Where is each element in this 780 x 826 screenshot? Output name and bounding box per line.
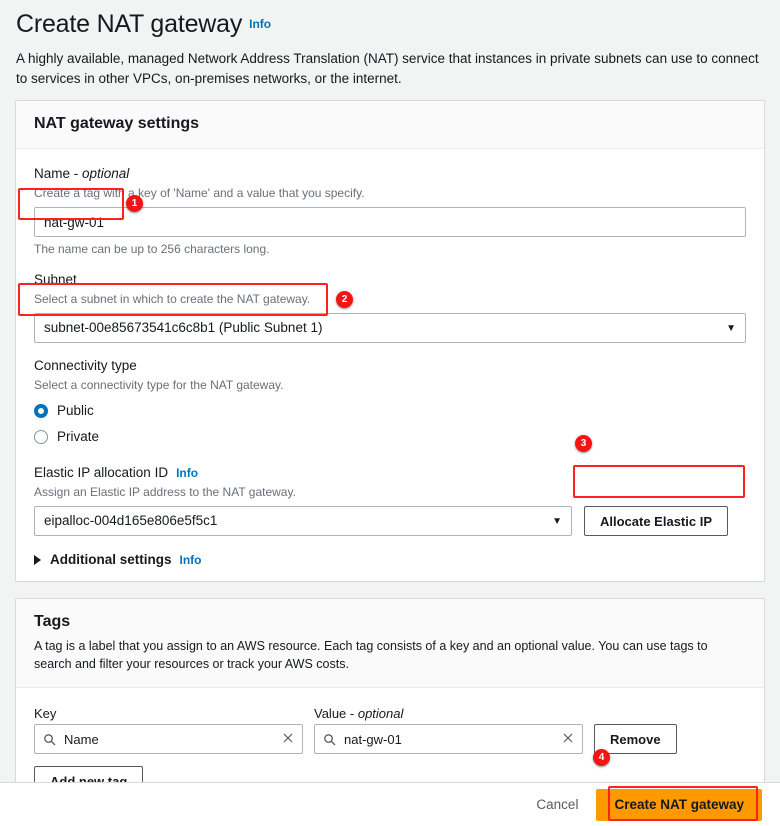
- subnet-field-description: Select a subnet in which to create the N…: [34, 292, 311, 306]
- radio-private-label: Private: [57, 429, 100, 444]
- subnet-select-value: subnet-00e85673541c6c8b1 (Public Subnet …: [34, 313, 746, 343]
- cancel-button[interactable]: Cancel: [536, 797, 578, 812]
- name-field-group: Name - optional Create a tag with a key …: [34, 165, 746, 257]
- subnet-select[interactable]: subnet-00e85673541c6c8b1 (Public Subnet …: [34, 313, 746, 343]
- elastic-ip-select-value: eipalloc-004d165e806e5f5c1: [34, 506, 572, 536]
- create-nat-gateway-button[interactable]: Create NAT gateway: [596, 788, 762, 821]
- header-info-link[interactable]: Info: [249, 17, 271, 31]
- radio-option-private[interactable]: Private: [34, 428, 746, 446]
- nat-gateway-settings-card: NAT gateway settings Name - optional Cre…: [15, 100, 765, 582]
- elastic-ip-info-link[interactable]: Info: [176, 466, 198, 480]
- annotation-badge-2: 2: [336, 291, 353, 308]
- create-nat-gateway-page: Create NAT gateway Info A highly availabl…: [0, 0, 780, 826]
- name-field-label: Name - optional: [34, 166, 130, 181]
- tags-column-headers: Key Value - optional: [34, 706, 746, 721]
- page-description: A highly available, managed Network Addr…: [16, 51, 759, 86]
- additional-settings-toggle[interactable]: Additional settings Info: [34, 550, 746, 567]
- tags-card-header: Tags A tag is a label that you assign to…: [16, 599, 764, 688]
- radio-option-public[interactable]: Public: [34, 402, 746, 420]
- page-header: Create NAT gateway Info A highly availabl…: [0, 0, 780, 89]
- chevron-right-icon: [34, 554, 41, 565]
- tag-key-input[interactable]: Name: [34, 724, 303, 754]
- annotation-badge-1: 1: [126, 195, 143, 212]
- annotation-badge-4: 4: [593, 749, 610, 766]
- search-icon: [43, 733, 56, 746]
- additional-settings-label: Additional settings: [50, 552, 172, 567]
- tag-value-value: nat-gw-01: [344, 731, 402, 747]
- close-icon[interactable]: [282, 732, 294, 746]
- connectivity-type-description: Select a connectivity type for the NAT g…: [34, 378, 284, 392]
- connectivity-type-group: Connectivity type Select a connectivity …: [34, 357, 746, 446]
- elastic-ip-label: Elastic IP allocation ID Info: [34, 465, 199, 480]
- settings-card-header: NAT gateway settings: [16, 101, 764, 149]
- subnet-field-group: Subnet Select a subnet in which to creat…: [34, 271, 746, 343]
- annotation-badge-3: 3: [575, 435, 592, 452]
- radio-public-label: Public: [57, 403, 94, 418]
- subnet-field-label: Subnet: [34, 272, 77, 287]
- settings-card-title: NAT gateway settings: [34, 115, 200, 132]
- close-icon[interactable]: [562, 732, 574, 746]
- name-input[interactable]: [34, 207, 746, 237]
- page-title: Create NAT gateway: [16, 10, 243, 38]
- settings-card-body: Name - optional Create a tag with a key …: [16, 149, 764, 581]
- elastic-ip-description: Assign an Elastic IP address to the NAT …: [34, 485, 296, 499]
- elastic-ip-select[interactable]: eipalloc-004d165e806e5f5c1 ▼: [34, 506, 572, 536]
- tags-card-title: Tags: [34, 613, 71, 630]
- remove-tag-button[interactable]: Remove: [594, 724, 677, 754]
- radio-private-icon: [34, 430, 48, 444]
- name-field-hint: The name can be up to 256 characters lon…: [34, 242, 270, 256]
- connectivity-type-label: Connectivity type: [34, 358, 137, 373]
- elastic-ip-row: eipalloc-004d165e806e5f5c1 ▼ Allocate El…: [34, 506, 746, 536]
- tags-card-description: A tag is a label that you assign to an A…: [34, 639, 708, 671]
- table-row: Name nat-gw-01 Remove: [34, 724, 746, 754]
- search-icon: [323, 733, 336, 746]
- form-footer: Cancel Create NAT gateway: [0, 782, 780, 826]
- tag-key-value: Name: [64, 731, 99, 747]
- elastic-ip-field-group: Elastic IP allocation ID Info Assign an E…: [34, 464, 746, 536]
- allocate-elastic-ip-button[interactable]: Allocate Elastic IP: [584, 506, 728, 536]
- tags-column-value-label: Value - optional: [314, 706, 404, 721]
- additional-settings-info-link[interactable]: Info: [180, 553, 202, 567]
- tag-value-input[interactable]: nat-gw-01: [314, 724, 583, 754]
- tags-column-key-label: Key: [34, 706, 57, 721]
- radio-public-icon: [34, 404, 48, 418]
